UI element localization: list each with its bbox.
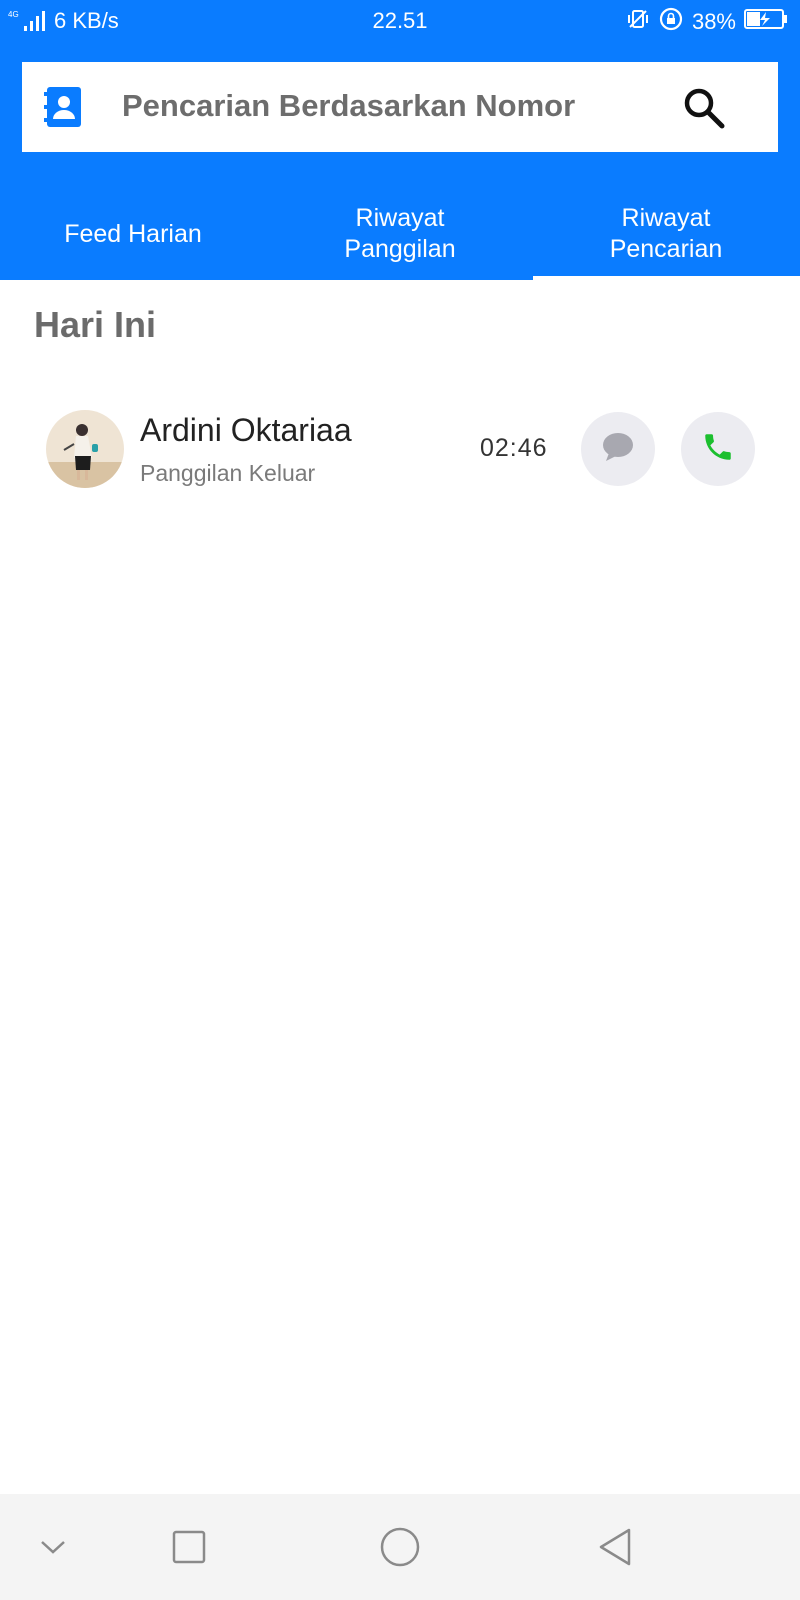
tab-label: Feed Harian: [64, 219, 202, 248]
tab-label-line2: Panggilan: [344, 235, 456, 263]
call-time: 02:46: [480, 434, 548, 462]
battery-percent: 38%: [691, 9, 736, 34]
call-button[interactable]: [681, 412, 755, 486]
search-input[interactable]: Pencarian Berdasarkan Nomor: [122, 88, 575, 124]
tab-riwayat-pencarian[interactable]: Riwayat Pencarian: [533, 190, 799, 278]
status-right: 38%: [626, 6, 788, 38]
list-item[interactable]: Ardini Oktariaa Panggilan Keluar 02:46: [0, 398, 800, 502]
phone-icon: [701, 430, 735, 469]
section-title: Hari Ini: [34, 304, 157, 345]
contacts-book-icon[interactable]: [42, 86, 84, 128]
tab-label-line2: Pencarian: [609, 235, 723, 263]
call-type: Panggilan Keluar: [140, 460, 316, 486]
battery-charging-icon: [744, 8, 788, 36]
search-icon[interactable]: [680, 84, 728, 132]
vibrate-icon: [626, 7, 650, 37]
tab-label: Riwayat: [621, 204, 711, 232]
status-bar: 4G 6 KB/s 22.51 38%: [0, 0, 800, 42]
message-bubble-icon: [601, 431, 635, 468]
recent-apps-icon[interactable]: [166, 1524, 212, 1570]
system-nav-bar: [0, 1494, 800, 1600]
search-bar[interactable]: Pencarian Berdasarkan Nomor: [22, 62, 778, 152]
app-header: 4G 6 KB/s 22.51 38% Pencarian Berdasarka…: [0, 0, 800, 280]
message-button[interactable]: [581, 412, 655, 486]
avatar[interactable]: [46, 410, 124, 488]
tab-label: Riwayat: [355, 204, 445, 232]
contact-name: Ardini Oktariaa: [140, 412, 352, 448]
active-tab-indicator: [533, 276, 800, 280]
back-icon[interactable]: [592, 1524, 638, 1570]
rotation-lock-icon: [658, 6, 684, 38]
home-icon[interactable]: [377, 1524, 423, 1570]
tab-feed-harian[interactable]: Feed Harian: [0, 190, 266, 278]
tab-bar: Feed Harian Riwayat Panggilan Riwayat Pe…: [0, 190, 800, 280]
chevron-down-icon[interactable]: [30, 1524, 76, 1570]
tab-riwayat-panggilan[interactable]: Riwayat Panggilan: [267, 190, 533, 278]
